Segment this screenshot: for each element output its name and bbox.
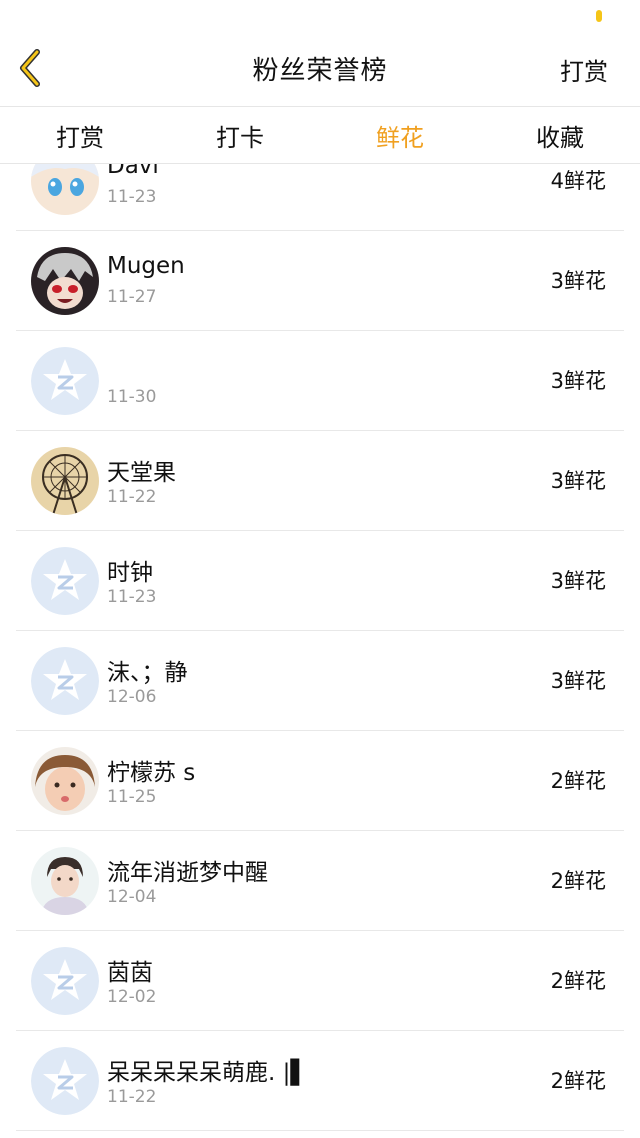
date-label: 12-04 [107,887,157,907]
default-avatar [31,1047,99,1115]
user-name: 沫、；静 [107,660,188,686]
list-item[interactable]: 沫、；静 12-06 3鲜花 [16,631,624,731]
user-name: 茵茵 [107,960,153,986]
default-avatar [31,947,99,1015]
child-photo-avatar [31,747,99,815]
anime-character-avatar [31,247,99,315]
list-item[interactable]: 11-30 3鲜花 [16,331,624,431]
list-item[interactable]: 柠檬苏 s 11-25 2鲜花 [16,731,624,831]
chevron-left-icon [20,49,40,87]
flower-count: 3鲜花 [550,569,606,593]
tab-bar: 打赏 打卡 鲜花 收藏 [0,106,640,164]
flower-count: 3鲜花 [550,669,606,693]
user-name: 时钟 [107,560,153,586]
tab-checkin[interactable]: 打卡 [160,107,320,163]
default-avatar [31,547,99,615]
reward-button[interactable]: 打赏 [560,52,608,87]
flower-count: 2鲜花 [550,869,606,893]
user-name: 天堂果 [107,460,176,486]
date-label: 11-22 [107,1087,157,1107]
user-name: 柠檬苏 s [107,760,196,786]
date-label: 12-06 [107,687,157,707]
page-title: 粉丝荣誉榜 [252,55,388,86]
flower-count: 4鲜花 [550,169,606,193]
date-label: 11-27 [107,287,157,307]
date-label: 12-02 [107,987,157,1007]
date-label: 11-30 [107,387,157,407]
tab-reward[interactable]: 打赏 [0,107,160,163]
date-label: 11-23 [107,187,157,207]
tab-flowers[interactable]: 鲜花 [320,107,480,163]
user-name: Mugen [107,253,185,279]
date-label: 11-23 [107,587,157,607]
anime-girl-avatar [31,164,99,215]
user-name: 呆呆呆呆呆萌鹿. |▌ [107,1060,309,1086]
navigation-bar: 粉丝荣誉榜 打赏 [0,30,640,106]
flower-count: 3鲜花 [550,369,606,393]
status-indicator [596,10,602,22]
date-label: 11-25 [107,787,157,807]
list-item[interactable]: 时钟 11-23 3鲜花 [16,531,624,631]
ferris-wheel-avatar [31,447,99,515]
default-avatar [31,647,99,715]
back-button[interactable] [10,48,50,88]
flower-count: 2鲜花 [550,969,606,993]
list-item[interactable]: 天堂果 11-22 3鲜花 [16,431,624,531]
list-item[interactable]: 流年消逝梦中醒 12-04 2鲜花 [16,831,624,931]
flower-count: 2鲜花 [550,1069,606,1093]
flower-count: 3鲜花 [550,469,606,493]
list-item[interactable]: 呆呆呆呆呆萌鹿. |▌ 11-22 2鲜花 [16,1031,624,1131]
user-name: 流年消逝梦中醒 [107,860,268,886]
default-avatar [31,347,99,415]
person-photo-avatar [31,847,99,915]
tab-favorites[interactable]: 收藏 [480,107,640,163]
list-item[interactable]: 茵茵 12-02 2鲜花 [16,931,624,1031]
date-label: 11-22 [107,487,157,507]
flower-count: 3鲜花 [550,269,606,293]
ranking-list[interactable]: Davi 11-23 4鲜花 Mugen 11-27 3鲜花 11-30 3鲜花… [0,164,640,1138]
list-item[interactable]: Mugen 11-27 3鲜花 [16,231,624,331]
user-name: Davi [107,164,159,179]
list-item[interactable]: Davi 11-23 4鲜花 [16,164,624,231]
flower-count: 2鲜花 [550,769,606,793]
